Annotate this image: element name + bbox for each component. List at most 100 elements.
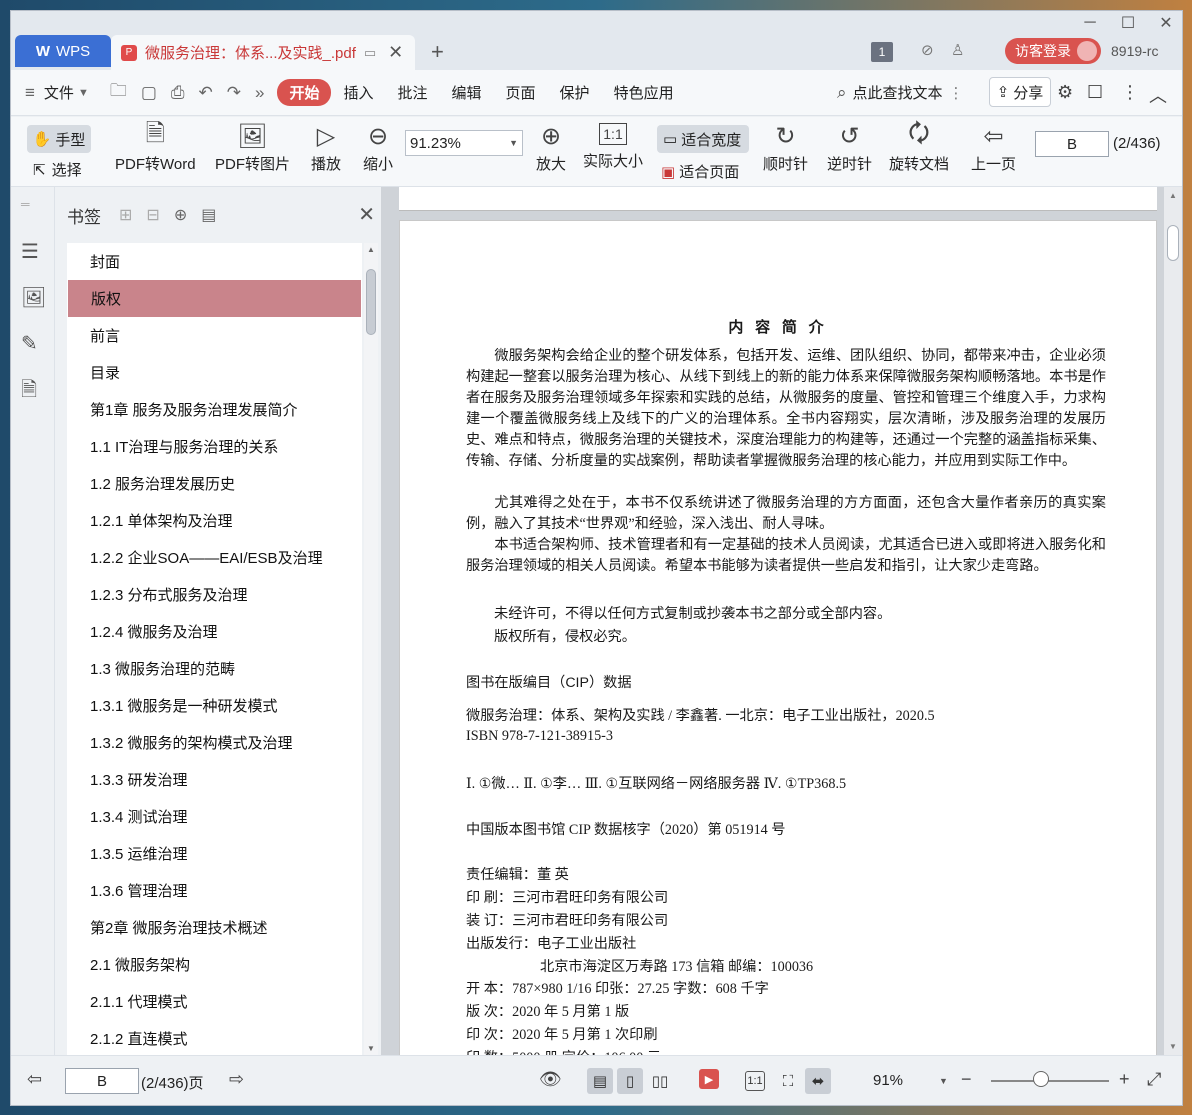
zoom-out-button[interactable]: ⊖ 缩小 bbox=[363, 119, 393, 174]
document-view[interactable]: 内 容 简 介 微服务架构会给企业的整个研发体系，包括开发、运维、团队组织、协同… bbox=[381, 187, 1182, 1080]
status-zoom-out-icon[interactable]: − bbox=[961, 1069, 972, 1090]
bookmark-item[interactable]: 第1章 服务及服务治理发展简介 bbox=[67, 391, 362, 428]
bookmark-settings-icon[interactable]: ▤ bbox=[201, 205, 216, 225]
save-icon[interactable]: ▢ bbox=[141, 83, 157, 103]
document-scroll-thumb[interactable] bbox=[1167, 225, 1179, 261]
annotation-pen-icon[interactable]: ✎ bbox=[21, 331, 38, 356]
chat-icon[interactable]: ☐ bbox=[1087, 82, 1103, 103]
bookmark-item[interactable]: 1.2 服务治理发展历史 bbox=[67, 465, 362, 502]
menu-special[interactable]: 特色应用 bbox=[602, 82, 686, 103]
play-button[interactable]: ▷ 播放 bbox=[311, 119, 341, 174]
zoom-slider-knob[interactable] bbox=[1033, 1071, 1049, 1087]
gear-icon[interactable]: ⚙ bbox=[1057, 82, 1073, 103]
zoom-slider-track[interactable] bbox=[991, 1080, 1109, 1082]
bookmark-item[interactable]: 1.3.3 研发治理 bbox=[67, 761, 362, 798]
tab-document[interactable]: P 微服务治理：体系...及实践_.pdf ▭ ✕ bbox=[111, 35, 415, 70]
status-next-page-icon[interactable]: ⇨ bbox=[229, 1069, 244, 1090]
prev-page-button[interactable]: ⇦ 上一页 bbox=[971, 119, 1016, 174]
zoom-dropdown-icon[interactable]: ▼ bbox=[939, 1076, 948, 1086]
eye-protection-icon[interactable]: 👁 bbox=[539, 1069, 562, 1090]
menu-edit[interactable]: 编辑 bbox=[440, 82, 494, 103]
fit-width-status-icon[interactable]: ⬌ bbox=[805, 1068, 831, 1094]
close-panel-icon[interactable]: ✕ bbox=[358, 202, 375, 227]
status-actual-size-icon[interactable]: 1:1 bbox=[745, 1071, 765, 1091]
menu-page[interactable]: 页面 bbox=[494, 82, 548, 103]
maximize-button[interactable]: ☐ bbox=[1109, 11, 1147, 35]
doc-scroll-up-icon[interactable]: ▲ bbox=[1169, 191, 1177, 200]
share-button[interactable]: ⇪ 分享 bbox=[989, 77, 1051, 107]
bookmark-item[interactable]: 2.1 微服务架构 bbox=[67, 946, 362, 983]
bookmark-item[interactable]: 目录 bbox=[67, 354, 362, 391]
bookmark-item[interactable]: 1.1 IT治理与服务治理的关系 bbox=[67, 428, 362, 465]
collapse-all-icon[interactable]: ⊟ bbox=[146, 205, 159, 225]
rotate-document-button[interactable]: 🗘 旋转文档 bbox=[889, 119, 949, 174]
menu-start[interactable]: 开始 bbox=[277, 79, 332, 106]
bookmark-item[interactable]: 1.3.6 管理治理 bbox=[67, 872, 362, 909]
hand-tool-button[interactable]: ✋ 手型 bbox=[27, 125, 91, 153]
redo-icon[interactable]: ↷ bbox=[227, 83, 241, 103]
pdf-to-word-button[interactable]: 🗎 PDF转Word bbox=[115, 119, 196, 174]
thumbnail-image-icon[interactable]: 🖼 bbox=[21, 285, 46, 310]
fit-width-button[interactable]: ▭ 适合宽度 bbox=[657, 125, 749, 153]
undo-icon[interactable]: ↶ bbox=[199, 83, 213, 103]
close-tab-icon[interactable]: ✕ bbox=[388, 42, 403, 63]
doc-scroll-down-icon[interactable]: ▼ bbox=[1169, 1042, 1177, 1051]
zoom-select[interactable]: 91.23% ▼ bbox=[405, 130, 523, 156]
status-page-input[interactable]: B bbox=[65, 1068, 139, 1094]
open-folder-icon[interactable]: 🗀 bbox=[110, 78, 127, 107]
menu-protect[interactable]: 保护 bbox=[548, 82, 602, 103]
bookmark-item[interactable]: 1.3.5 运维治理 bbox=[67, 835, 362, 872]
two-page-view-icon[interactable]: ▯▯ bbox=[647, 1068, 673, 1094]
rotate-counterclockwise-button[interactable]: ↺ 逆时针 bbox=[827, 119, 872, 174]
minimize-button[interactable]: ─ bbox=[1071, 11, 1109, 35]
tab-wps-home[interactable]: W WPS bbox=[15, 35, 111, 67]
search-text-button[interactable]: ⌕ 点此查找文本 ⋮ bbox=[837, 82, 964, 103]
expand-all-icon[interactable]: ⊞ bbox=[119, 205, 132, 225]
bookmark-item[interactable]: 2.1.1 代理模式 bbox=[67, 983, 362, 1020]
bookmark-scrollbar[interactable]: ▲ ▼ bbox=[364, 243, 378, 1055]
hamburger-icon[interactable]: ≡ bbox=[25, 83, 35, 103]
bookmark-item[interactable]: 1.3.1 微服务是一种研发模式 bbox=[67, 687, 362, 724]
bookmark-item[interactable]: 2.1.2 直连模式 bbox=[67, 1020, 362, 1055]
close-window-button[interactable]: ✕ bbox=[1147, 11, 1182, 35]
bookmark-item[interactable]: 1.2.3 分布式服务及治理 bbox=[67, 576, 362, 613]
extract-image-icon[interactable]: 🗎 bbox=[21, 375, 37, 409]
drag-handle-icon[interactable]: ═ bbox=[21, 197, 30, 211]
pdf-to-image-button[interactable]: 🖼 PDF转图片 bbox=[215, 119, 290, 174]
bookmark-scroll-thumb[interactable] bbox=[366, 269, 376, 335]
more-chevron-icon[interactable]: » bbox=[255, 83, 264, 103]
fit-page-button[interactable]: ▣ 适合页面 bbox=[661, 161, 739, 182]
bookmark-item[interactable]: 1.3.4 测试治理 bbox=[67, 798, 362, 835]
bookmark-item[interactable]: 1.3 微服务治理的范畴 bbox=[67, 650, 362, 687]
fullscreen-icon[interactable]: ⤢ bbox=[1147, 1069, 1161, 1090]
skin-icon[interactable]: ⊘ bbox=[921, 41, 934, 59]
chevron-down-icon[interactable]: ▼ bbox=[78, 87, 89, 99]
add-bookmark-icon[interactable]: ⊕ bbox=[174, 205, 187, 225]
bookmark-item[interactable]: 1.2.1 单体架构及治理 bbox=[67, 502, 362, 539]
rotate-clockwise-button[interactable]: ↻ 顺时针 bbox=[763, 119, 808, 174]
document-scrollbar[interactable]: ▲ ▼ bbox=[1164, 187, 1182, 1055]
more-menu-icon[interactable]: ⋮ bbox=[1121, 82, 1139, 103]
single-page-view-icon[interactable]: ▯ bbox=[617, 1068, 643, 1094]
continuous-view-icon[interactable]: ▤ bbox=[587, 1068, 613, 1094]
guest-login-button[interactable]: 访客登录 bbox=[1005, 38, 1101, 64]
menu-annotate[interactable]: 批注 bbox=[386, 82, 440, 103]
window-icon[interactable]: ▭ bbox=[364, 45, 376, 61]
status-zoom-value[interactable]: 91% bbox=[873, 1072, 903, 1089]
play-slideshow-icon[interactable]: ▶ bbox=[699, 1069, 719, 1089]
window-count-badge[interactable]: 1 bbox=[871, 42, 893, 62]
collapse-ribbon-icon[interactable]: ︿ bbox=[1149, 82, 1167, 108]
bookmark-item[interactable]: 封面 bbox=[67, 243, 362, 280]
fit-page-status-icon[interactable]: ⛶ bbox=[775, 1068, 801, 1094]
status-prev-page-icon[interactable]: ⇦ bbox=[27, 1069, 42, 1090]
bookmark-item[interactable]: 前言 bbox=[67, 317, 362, 354]
bookmark-item[interactable]: 1.2.2 企业SOA——EAI/ESB及治理 bbox=[67, 539, 362, 576]
scroll-up-icon[interactable]: ▲ bbox=[367, 245, 375, 254]
bookmark-item[interactable]: 第2章 微服务治理技术概述 bbox=[67, 909, 362, 946]
bookmark-item[interactable]: 1.2.4 微服务及治理 bbox=[67, 613, 362, 650]
bookmark-item[interactable]: 1.3.2 微服务的架构模式及治理 bbox=[67, 724, 362, 761]
menu-insert[interactable]: 插入 bbox=[331, 82, 385, 103]
select-tool-button[interactable]: ⇱ 选择 bbox=[33, 159, 82, 180]
scroll-down-icon[interactable]: ▼ bbox=[367, 1044, 375, 1053]
outline-list-icon[interactable]: ☰ bbox=[21, 239, 39, 264]
